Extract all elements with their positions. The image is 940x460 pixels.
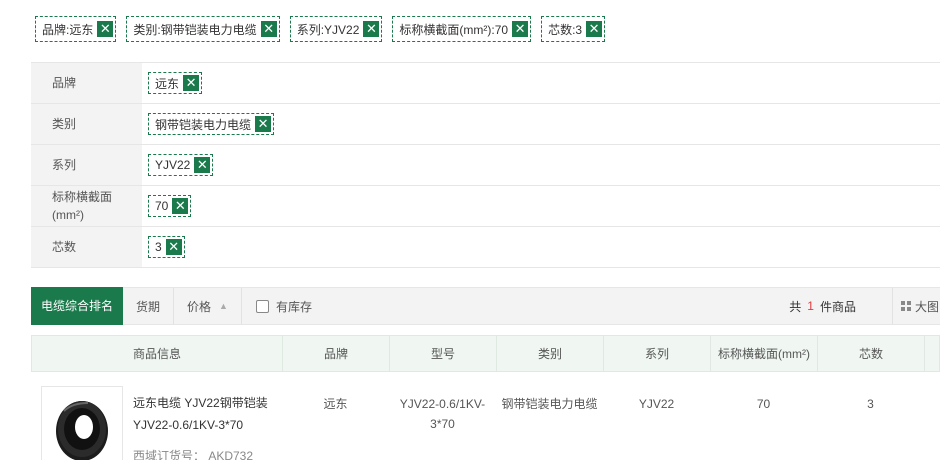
filter-row-cross-section: 标称横截面 (mm²) 70 ✕ — [31, 186, 940, 227]
selected-filter-brand[interactable]: 品牌:远东 ✕ — [35, 16, 117, 42]
col-product-info: 商品信息 — [32, 336, 283, 371]
filter-row-series: 系列 YJV22 ✕ — [31, 145, 940, 186]
filter-value-chip[interactable]: YJV22 ✕ — [148, 154, 214, 176]
filter-value: 70 — [155, 199, 169, 213]
close-icon[interactable]: ✕ — [165, 239, 182, 255]
filter-value-chip[interactable]: 3 ✕ — [148, 236, 185, 258]
close-icon[interactable]: ✕ — [97, 21, 114, 37]
filter-label: 系列 — [31, 145, 142, 185]
sort-bar: 电缆综合排名 货期 价格 ▲ 有库存 共 1 件商品 大图 — [31, 286, 940, 325]
col-cross-section: 标称横截面(mm²) — [711, 336, 818, 371]
close-icon[interactable]: ✕ — [172, 198, 189, 214]
chip-label: 品牌:远东 — [42, 22, 94, 37]
selected-filter-series[interactable]: 系列:YJV22 ✕ — [289, 16, 383, 42]
count-number: 1 — [807, 299, 814, 313]
col-category: 类别 — [497, 336, 604, 371]
product-sku: 西域订货号： AKD732 — [133, 449, 254, 460]
close-icon[interactable]: ✕ — [194, 157, 211, 173]
chip-label: 类别:钢带铠装电力电缆 — [133, 22, 257, 37]
filter-value-chip[interactable]: 70 ✕ — [148, 195, 192, 217]
in-stock-checkbox[interactable] — [255, 299, 269, 313]
sort-arrow-icon: ▲ — [219, 301, 228, 311]
table-row: 远东电缆 YJV22钢带铠装 YJV22-0.6/1KV-3*70 西域订货号：… — [31, 372, 940, 460]
filter-label: 类别 — [31, 104, 142, 144]
sort-delivery-button[interactable]: 货期 — [123, 288, 175, 324]
product-cross-section: 70 — [756, 397, 771, 411]
count-prefix: 共 — [789, 299, 802, 314]
big-image-view-button[interactable]: 大图 — [892, 288, 940, 324]
sort-comprehensive-button[interactable]: 电缆综合排名 — [31, 286, 123, 325]
filter-label: 芯数 — [31, 227, 142, 267]
product-category: 钢带铠装电力电缆 — [501, 397, 598, 411]
sort-price-button[interactable]: 价格 ▲ — [174, 288, 242, 324]
filter-table: 品牌 远东 ✕ 类别 钢带铠装电力电缆 ✕ 系列 YJV22 ✕ 标称横截面 (mm²… — [31, 62, 940, 268]
filter-value: 钢带铠装电力电缆 — [155, 117, 252, 132]
product-image[interactable] — [41, 386, 123, 460]
count-suffix: 件商品 — [819, 299, 856, 314]
chip-label: 芯数:3 — [548, 22, 583, 37]
product-brand: 远东 — [323, 397, 348, 411]
product-model: YJV22-0.6/1KV-3*70 — [399, 397, 486, 431]
filter-label: 品牌 — [31, 63, 142, 103]
chip-label: 标称横截面(mm²):70 — [399, 22, 509, 37]
product-cores: 3 — [867, 397, 874, 411]
col-brand: 品牌 — [283, 336, 390, 371]
selected-filter-category[interactable]: 类别:钢带铠装电力电缆 ✕ — [126, 16, 280, 42]
in-stock-filter[interactable]: 有库存 — [242, 298, 312, 315]
selected-filter-cross-section[interactable]: 标称横截面(mm²):70 ✕ — [392, 16, 532, 42]
close-icon[interactable]: ✕ — [183, 75, 200, 91]
close-icon[interactable]: ✕ — [260, 21, 277, 37]
cable-coil-icon — [56, 401, 108, 460]
filter-row-cores: 芯数 3 ✕ — [31, 227, 940, 268]
filter-row-category: 类别 钢带铠装电力电缆 ✕ — [31, 104, 940, 145]
result-count: 共 1 件商品 — [789, 298, 856, 315]
in-stock-label: 有库存 — [275, 299, 312, 314]
close-icon[interactable]: ✕ — [512, 21, 529, 37]
grid-icon — [901, 301, 911, 311]
product-name-link[interactable]: 远东电缆 YJV22钢带铠装 YJV22-0.6/1KV-3*70 — [133, 392, 283, 436]
selected-filters: 品牌:远东 ✕ 类别:钢带铠装电力电缆 ✕ 系列:YJV22 ✕ 标称横截面(m… — [35, 16, 606, 42]
filter-value: 3 — [155, 240, 162, 254]
col-cores: 芯数 — [818, 336, 925, 371]
filter-value-chip[interactable]: 远东 ✕ — [148, 72, 203, 94]
filter-value: 远东 — [155, 76, 180, 91]
sort-price-label: 价格 — [187, 299, 212, 314]
product-series: YJV22 — [638, 397, 675, 411]
product-table-header: 商品信息 品牌 型号 类别 系列 标称横截面(mm²) 芯数 — [31, 335, 940, 372]
filter-value-chip[interactable]: 钢带铠装电力电缆 ✕ — [148, 113, 275, 135]
filter-value: YJV22 — [155, 158, 191, 172]
col-series: 系列 — [604, 336, 711, 371]
col-extra — [925, 336, 939, 371]
close-icon[interactable]: ✕ — [586, 21, 603, 37]
filter-label: 标称横截面 (mm²) — [31, 186, 142, 226]
selected-filter-cores[interactable]: 芯数:3 ✕ — [541, 16, 606, 42]
chip-label: 系列:YJV22 — [296, 22, 360, 37]
col-model: 型号 — [390, 336, 497, 371]
close-icon[interactable]: ✕ — [363, 21, 380, 37]
big-view-label: 大图 — [915, 299, 940, 314]
close-icon[interactable]: ✕ — [255, 116, 272, 132]
filter-row-brand: 品牌 远东 ✕ — [31, 63, 940, 104]
